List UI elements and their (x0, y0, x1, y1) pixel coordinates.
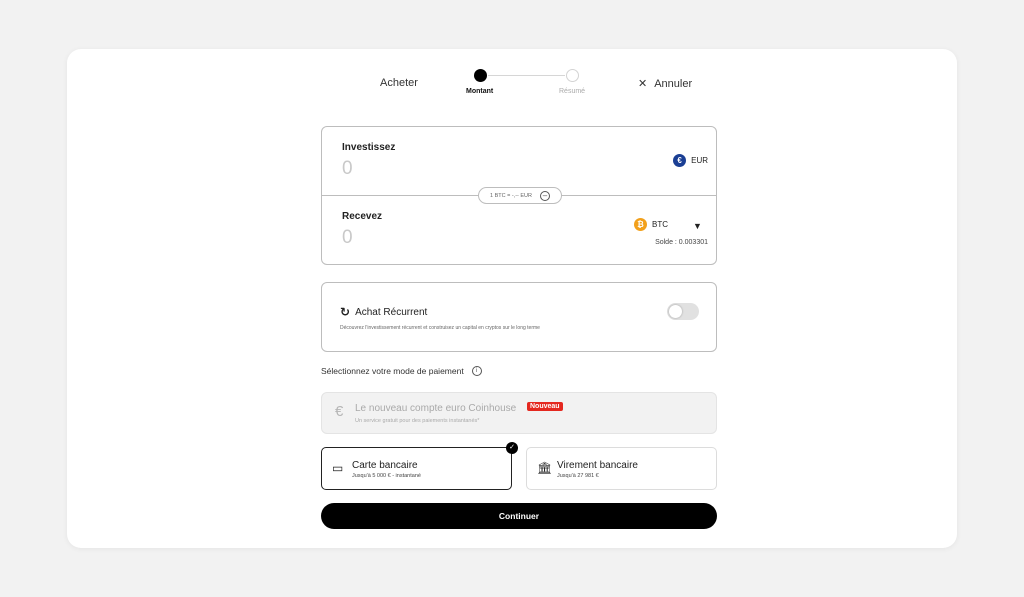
payment-option-card[interactable]: ▭ Carte bancaire Jusqu'à 5 000 € - insta… (321, 442, 518, 490)
coinhouse-account-option[interactable]: € Le nouveau compte euro Coinhouse Nouve… (321, 392, 717, 434)
card-option-title: Carte bancaire (352, 460, 418, 471)
invest-currency: € EUR (673, 154, 708, 167)
payment-option-transfer[interactable]: 🏛 Virement bancaire Jusqu'à 27 981 € (526, 447, 717, 490)
recurrent-toggle[interactable] (667, 303, 699, 320)
new-badge: Nouveau (527, 402, 563, 411)
receive-currency-selector[interactable]: ₿ BTC (634, 218, 668, 231)
transfer-option-title: Virement bancaire (557, 460, 638, 471)
invest-amount-input[interactable] (342, 158, 542, 180)
stepper-line (488, 75, 565, 76)
step-resume-dot (566, 69, 579, 82)
credit-card-icon: ▭ (332, 461, 344, 475)
exchange-rate-pill[interactable]: 1 BTC = -,-- EUR – (478, 187, 562, 204)
page-title: Acheter (380, 77, 418, 89)
chevron-down-icon[interactable]: ▼ (693, 221, 702, 231)
coinhouse-title: Le nouveau compte euro Coinhouse (355, 403, 517, 414)
recurrent-title-text: Achat Récurrent (355, 306, 428, 318)
invest-currency-label: EUR (691, 156, 708, 165)
bitcoin-coin-icon: ₿ (634, 218, 647, 231)
cancel-label: Annuler (654, 77, 693, 90)
step-montant-dot (474, 69, 487, 82)
exchange-rate-text: 1 BTC = -,-- EUR (489, 192, 533, 199)
bank-icon: 🏛 (537, 461, 553, 475)
toggle-knob (669, 305, 682, 318)
euro-coin-icon: € (673, 154, 687, 167)
euro-icon: € (335, 403, 344, 420)
transfer-option-subtitle: Jusqu'à 27 981 € (557, 473, 599, 479)
receive-amount-input[interactable] (342, 227, 542, 249)
close-icon: ✕ (638, 78, 648, 90)
recurrent-purchase-box: ↻ Achat Récurrent Découvrez l'investisse… (321, 282, 717, 352)
info-icon[interactable]: i (471, 366, 482, 376)
payment-method-label: Sélectionnez votre mode de paiement i (321, 366, 482, 376)
recurrent-title: ↻ Achat Récurrent (340, 305, 427, 319)
continue-button[interactable]: Continuer (321, 503, 717, 529)
step-resume-label: Résumé (559, 88, 586, 95)
check-icon: ✓ (506, 442, 518, 454)
receive-currency-label: BTC (652, 220, 668, 229)
recurrent-description: Découvrez l'investissement récurrent et … (340, 325, 540, 331)
invest-label: Investissez (342, 142, 396, 153)
cancel-button[interactable]: ✕ Annuler (638, 77, 693, 91)
btc-balance: Solde : 0.003301 (655, 239, 708, 246)
coinhouse-subtitle: Un service gratuit pour des paiements in… (355, 418, 480, 424)
receive-label: Recevez (342, 211, 383, 222)
amount-box: Investissez € EUR 1 BTC = -,-- EUR – Rec… (321, 126, 717, 265)
refresh-icon: ↻ (340, 305, 351, 319)
swap-icon[interactable]: – (540, 190, 551, 201)
card-option-subtitle: Jusqu'à 5 000 € - instantané (352, 473, 421, 479)
payment-method-label-text: Sélectionnez votre mode de paiement (321, 366, 464, 376)
step-montant-label: Montant (466, 88, 494, 95)
